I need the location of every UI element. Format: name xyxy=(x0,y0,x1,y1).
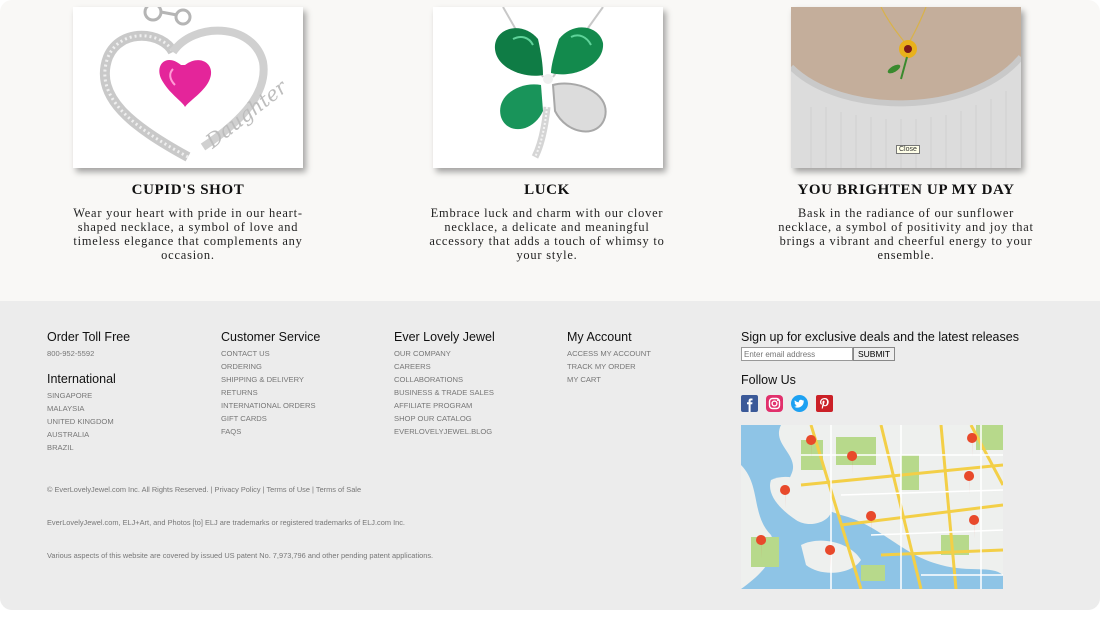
product-title: CUPID'S SHOT xyxy=(131,182,245,198)
company-column: Ever Lovely Jewel OUR COMPANY CAREERS CO… xyxy=(394,330,495,438)
country-link[interactable]: AUSTRALIA xyxy=(47,428,130,441)
country-link[interactable]: MALAYSIA xyxy=(47,402,130,415)
account-column: My Account ACCESS MY ACCOUNT TRACK MY OR… xyxy=(567,330,651,386)
country-link[interactable]: SINGAPORE xyxy=(47,389,130,402)
instagram-icon[interactable] xyxy=(766,395,783,412)
product-image-sunflower-necklace[interactable] xyxy=(791,7,1021,168)
sunflower-necklace-illustration xyxy=(791,7,1021,168)
company-heading: Ever Lovely Jewel xyxy=(394,330,495,344)
product-description: Bask in the radiance of our sunflower ne… xyxy=(778,206,1034,262)
product-image-heart-necklace[interactable]: Daughter xyxy=(73,7,303,168)
order-column: Order Toll Free 800-952-5592 Internation… xyxy=(47,330,130,454)
footer-link[interactable]: TRACK MY ORDER xyxy=(567,360,651,373)
heart-necklace-illustration: Daughter xyxy=(99,7,292,162)
trademark-text: EverLovelyJewel.com, ELJ+Art, and Photos… xyxy=(47,518,405,527)
footer-link[interactable]: MY CART xyxy=(567,373,651,386)
signup-heading: Sign up for exclusive deals and the late… xyxy=(741,330,1019,344)
product-title: YOU BRIGHTEN UP MY DAY xyxy=(797,182,1015,198)
customer-service-column: Customer Service CONTACT US ORDERING SHI… xyxy=(221,330,320,438)
product-title: LUCK xyxy=(524,182,570,198)
product-description: Embrace luck and charm with our clover n… xyxy=(429,206,665,262)
footer-link[interactable]: ACCESS MY ACCOUNT xyxy=(567,347,651,360)
footer-link[interactable]: ORDERING xyxy=(221,360,320,373)
page-panel: Daughter CUPID'S SHOT Wear your heart wi… xyxy=(0,0,1100,610)
footer-link[interactable]: EVERLOVELYJEWEL.BLOG xyxy=(394,425,495,438)
map-illustration xyxy=(741,425,1003,589)
country-link[interactable]: UNITED KINGDOM xyxy=(47,415,130,428)
footer-link[interactable]: SHOP OUR CATALOG xyxy=(394,412,495,425)
twitter-icon[interactable] xyxy=(791,395,808,412)
footer-link[interactable]: COLLABORATIONS xyxy=(394,373,495,386)
country-link[interactable]: BRAZIL xyxy=(47,441,130,454)
follow-us-label: Follow Us xyxy=(741,373,796,387)
phone-number[interactable]: 800-952-5592 xyxy=(47,347,130,360)
clover-necklace-illustration xyxy=(494,7,607,159)
customer-service-heading: Customer Service xyxy=(221,330,321,344)
submit-button[interactable]: SUBMIT xyxy=(853,347,896,361)
international-heading: International xyxy=(47,372,116,386)
footer-link[interactable]: GIFT CARDS xyxy=(221,412,320,425)
footer: Order Toll Free 800-952-5592 Internation… xyxy=(0,301,1100,610)
social-links xyxy=(741,395,833,412)
footer-link[interactable]: AFFILIATE PROGRAM xyxy=(394,399,495,412)
pinterest-icon[interactable] xyxy=(816,395,833,412)
footer-link[interactable]: INTERNATIONAL ORDERS xyxy=(221,399,320,412)
close-tooltip[interactable]: Close xyxy=(896,145,920,154)
footer-link[interactable]: RETURNS xyxy=(221,386,320,399)
copyright-text: © EverLovelyJewel.com Inc. All Rights Re… xyxy=(47,485,362,494)
store-locator-map[interactable] xyxy=(741,425,1003,589)
patent-text: Various aspects of this website are cove… xyxy=(47,551,434,560)
footer-link[interactable]: FAQS xyxy=(221,425,320,438)
footer-link[interactable]: CAREERS xyxy=(394,360,495,373)
email-input[interactable] xyxy=(741,347,853,361)
product-description: Wear your heart with pride in our heart-… xyxy=(73,206,303,262)
daughter-engraving: Daughter xyxy=(200,74,292,153)
footer-link[interactable]: SHIPPING & DELIVERY xyxy=(221,373,320,386)
facebook-icon[interactable] xyxy=(741,395,758,412)
order-heading: Order Toll Free xyxy=(47,330,131,344)
account-heading: My Account xyxy=(567,330,632,344)
product-image-clover-necklace[interactable] xyxy=(433,7,663,168)
footer-link[interactable]: OUR COMPANY xyxy=(394,347,495,360)
footer-link[interactable]: BUSINESS & TRADE SALES xyxy=(394,386,495,399)
footer-link[interactable]: CONTACT US xyxy=(221,347,320,360)
newsletter-signup: Sign up for exclusive deals and the late… xyxy=(741,330,1041,365)
